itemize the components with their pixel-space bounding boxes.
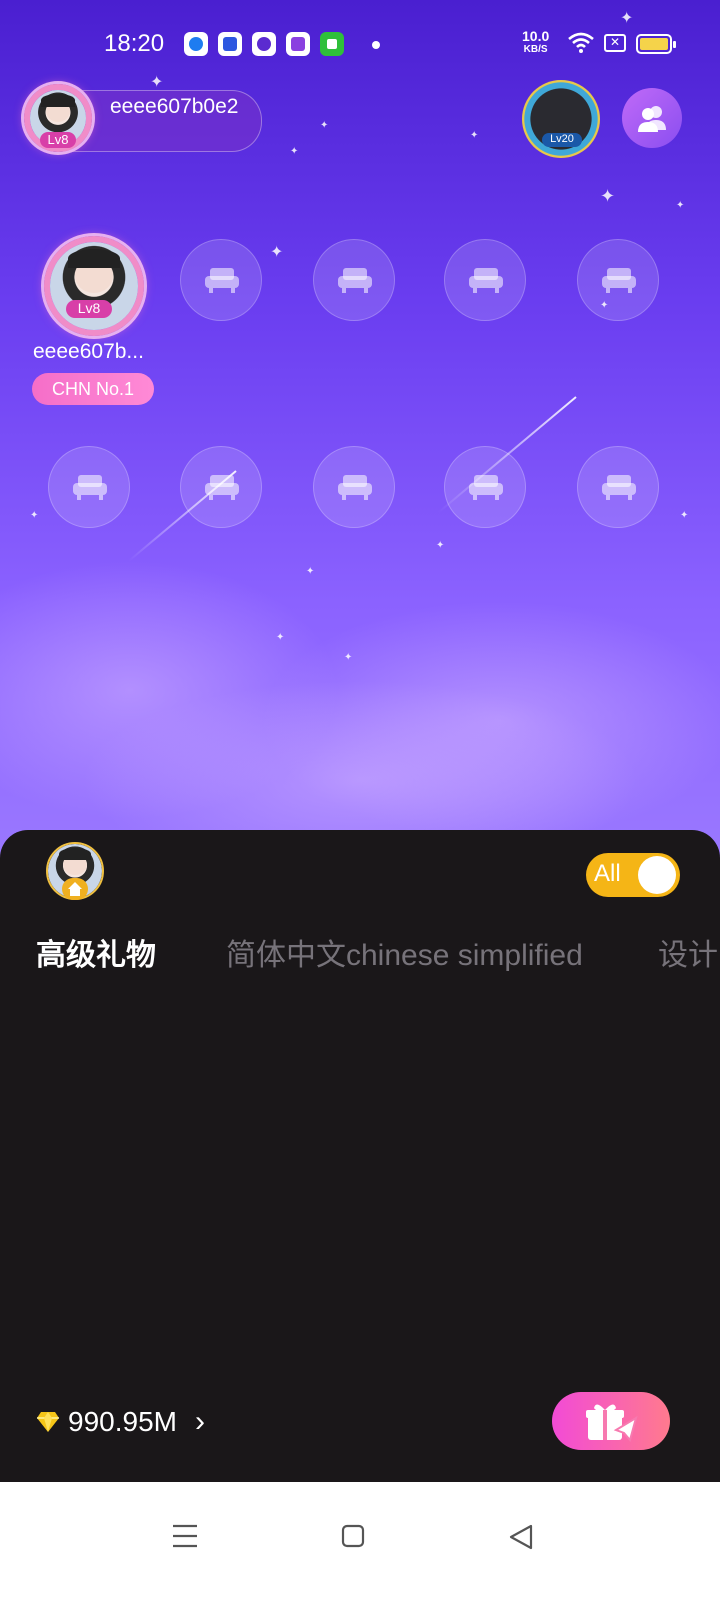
sofa-icon	[338, 268, 372, 293]
star-icon: ✦	[344, 652, 353, 663]
star-icon: ✦	[320, 120, 329, 131]
empty-seat-8[interactable]	[313, 446, 395, 528]
network-speed-unit: KB/S	[523, 44, 548, 55]
online-users-button[interactable]	[622, 88, 682, 148]
sofa-icon	[469, 475, 503, 500]
seat-1-tag: CHN No.1	[32, 373, 154, 405]
star-icon: ✦	[270, 244, 284, 261]
star-icon: ✦	[680, 510, 689, 521]
host-name[interactable]: eeee607b0e2	[110, 94, 250, 120]
network-speed: 10.0 KB/S	[522, 28, 550, 56]
send-gift-button[interactable]	[552, 1392, 670, 1450]
empty-seat-3[interactable]	[313, 239, 395, 321]
sofa-icon	[469, 268, 503, 293]
seat-1-level-badge: Lv8	[66, 300, 112, 318]
star-icon: ✦	[306, 566, 315, 577]
users-icon	[638, 106, 666, 132]
back-icon[interactable]	[508, 1524, 534, 1550]
seat-1-username[interactable]: eeee607b...	[33, 340, 144, 364]
home-icon[interactable]	[341, 1524, 365, 1548]
empty-seat-6[interactable]	[48, 446, 130, 528]
top-user-level-badge: Lv20	[542, 133, 582, 147]
no-sim-icon: ✕	[604, 34, 626, 52]
empty-seat-2[interactable]	[180, 239, 262, 321]
star-icon: ✦	[276, 632, 285, 643]
host-home-badge	[62, 878, 88, 900]
sofa-icon	[602, 268, 636, 293]
host-level-badge: Lv8	[40, 132, 76, 148]
baidu-icon	[218, 32, 242, 56]
star-icon: ✦	[676, 200, 685, 211]
sofa-icon	[73, 475, 107, 500]
wifi-icon	[568, 32, 594, 53]
star-icon: ✦	[30, 510, 39, 521]
gift-send-icon	[586, 1404, 638, 1442]
status-time: 18:20	[104, 30, 165, 57]
status-bar: 18:20 10.0 KB/S ✕	[0, 0, 720, 90]
shop-icon	[320, 32, 344, 56]
star-icon: ✦	[470, 130, 479, 141]
tab-chinese-simplified[interactable]: 简体中文chinese simplified	[226, 930, 583, 974]
browser-icon	[184, 32, 208, 56]
star-icon: ✦	[600, 186, 616, 206]
navigation-bar	[0, 1482, 720, 1600]
empty-seat-5[interactable]	[577, 239, 659, 321]
diamond-icon	[37, 1412, 59, 1432]
notification-icons	[184, 32, 344, 56]
gift-panel	[0, 830, 720, 1482]
star-icon: ✦	[290, 146, 299, 157]
menu-icon[interactable]	[172, 1524, 198, 1548]
more-notifications-dot	[372, 41, 380, 49]
balance-value: 990.95M	[68, 1406, 177, 1437]
sofa-icon	[602, 475, 636, 500]
sofa-icon	[205, 475, 239, 500]
empty-seat-9[interactable]	[444, 446, 526, 528]
balance-row[interactable]: 990.95M ›	[36, 1405, 205, 1439]
chevron-right-icon: ›	[194, 1405, 205, 1438]
all-toggle-label: All	[594, 860, 621, 887]
tab-design[interactable]: 设计	[658, 930, 718, 974]
toggle-knob	[638, 856, 676, 894]
app-icon	[286, 32, 310, 56]
battery-icon	[636, 34, 676, 54]
home-icon	[68, 882, 82, 896]
star-icon: ✦	[436, 540, 445, 551]
empty-seat-4[interactable]	[444, 239, 526, 321]
sofa-icon	[338, 475, 372, 500]
seat-1-avatar[interactable]	[44, 236, 144, 336]
empty-seat-7[interactable]	[180, 446, 262, 528]
sofa-icon	[205, 268, 239, 293]
app-icon	[252, 32, 276, 56]
network-speed-value: 10.0	[522, 28, 550, 44]
tab-premium-gifts[interactable]: 高级礼物	[36, 930, 156, 974]
empty-seat-10[interactable]	[577, 446, 659, 528]
